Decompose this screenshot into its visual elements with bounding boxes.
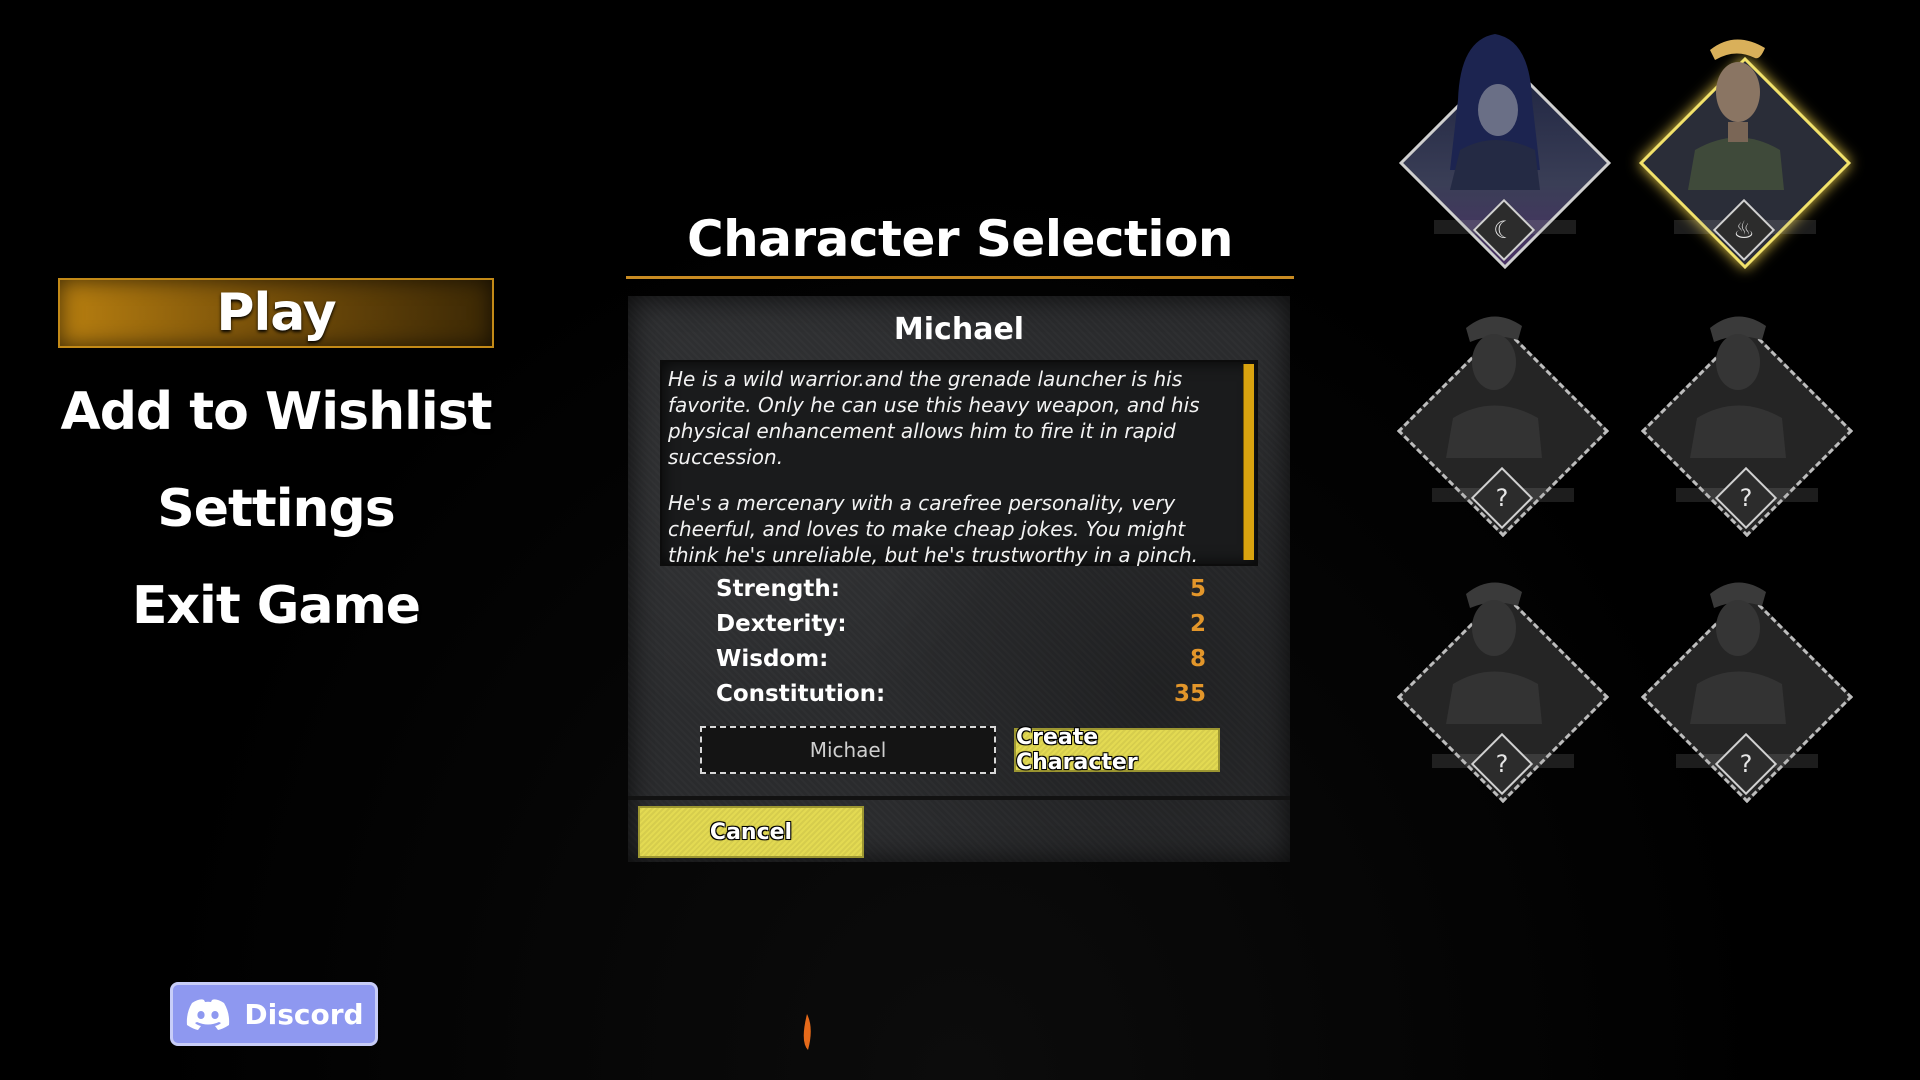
question-mark-icon: ? xyxy=(1495,750,1509,778)
stat-row: Dexterity: 2 xyxy=(716,607,1206,642)
game-screen: Play Add to Wishlist Settings Exit Game … xyxy=(0,0,1920,1080)
portrait-locked[interactable]: ? xyxy=(1392,564,1612,804)
discord-button[interactable]: Discord xyxy=(170,982,378,1046)
locked-silhouette xyxy=(1446,582,1542,724)
portrait-locked[interactable]: ? xyxy=(1392,298,1612,538)
play-button[interactable]: Play xyxy=(58,278,494,348)
add-to-wishlist-button[interactable]: Add to Wishlist xyxy=(58,379,494,445)
question-mark-icon: ? xyxy=(1739,750,1753,778)
stat-value: 5 xyxy=(1189,576,1206,602)
stat-row: Constitution: 35 xyxy=(716,677,1206,712)
description-scrollbar[interactable] xyxy=(1243,364,1254,560)
character-name-input[interactable] xyxy=(700,726,996,774)
character-name: Michael xyxy=(893,312,1025,347)
locked-silhouette xyxy=(1690,316,1786,458)
question-mark-icon: ? xyxy=(1739,484,1753,512)
discord-label: Discord xyxy=(244,997,364,1031)
settings-button[interactable]: Settings xyxy=(58,476,494,542)
main-menu: Play Add to Wishlist Settings Exit Game xyxy=(58,278,494,670)
crescent-icon: ☾ xyxy=(1493,216,1515,244)
description-paragraph-2: He's a mercenary with a carefree persona… xyxy=(668,491,1198,567)
description-text: He is a wild warrior.and the grenade lau… xyxy=(668,366,1234,588)
page-title: Character Selection xyxy=(626,210,1294,279)
flame-icon: ♨ xyxy=(1733,216,1755,244)
stat-value: 35 xyxy=(1173,681,1206,707)
hooded-character-image xyxy=(1450,34,1540,190)
michael-character-image xyxy=(1688,39,1784,190)
question-mark-icon: ? xyxy=(1495,484,1509,512)
stats-list: Strength: 5 Dexterity: 2 Wisdom: 8 Const… xyxy=(716,572,1206,712)
stat-label: Strength: xyxy=(716,576,840,602)
stat-label: Dexterity: xyxy=(716,611,847,637)
stat-row: Wisdom: 8 xyxy=(716,642,1206,677)
panel-divider xyxy=(628,796,1290,800)
cancel-button[interactable]: Cancel xyxy=(638,806,864,858)
locked-silhouette xyxy=(1690,582,1786,724)
portrait-hooded-character[interactable]: ☾ xyxy=(1394,30,1614,270)
character-panel: Michael He is a wild warrior.and the gre… xyxy=(628,296,1290,862)
locked-silhouette xyxy=(1446,316,1542,458)
portrait-michael[interactable]: ♨ xyxy=(1634,30,1854,270)
stat-label: Wisdom: xyxy=(716,646,829,672)
stat-value: 8 xyxy=(1189,646,1206,672)
stat-row: Strength: 5 xyxy=(716,572,1206,607)
stat-value: 2 xyxy=(1189,611,1206,637)
portrait-locked[interactable]: ? xyxy=(1636,298,1856,538)
portrait-locked[interactable]: ? xyxy=(1636,564,1856,804)
ember-decoration xyxy=(803,1014,811,1050)
description-paragraph-1: He is a wild warrior.and the grenade lau… xyxy=(668,367,1200,469)
exit-game-button[interactable]: Exit Game xyxy=(58,573,494,639)
description-box: He is a wild warrior.and the grenade lau… xyxy=(660,360,1258,567)
discord-icon xyxy=(187,999,230,1030)
stat-label: Constitution: xyxy=(716,681,886,707)
create-character-button[interactable]: Create Character xyxy=(1014,725,1220,775)
